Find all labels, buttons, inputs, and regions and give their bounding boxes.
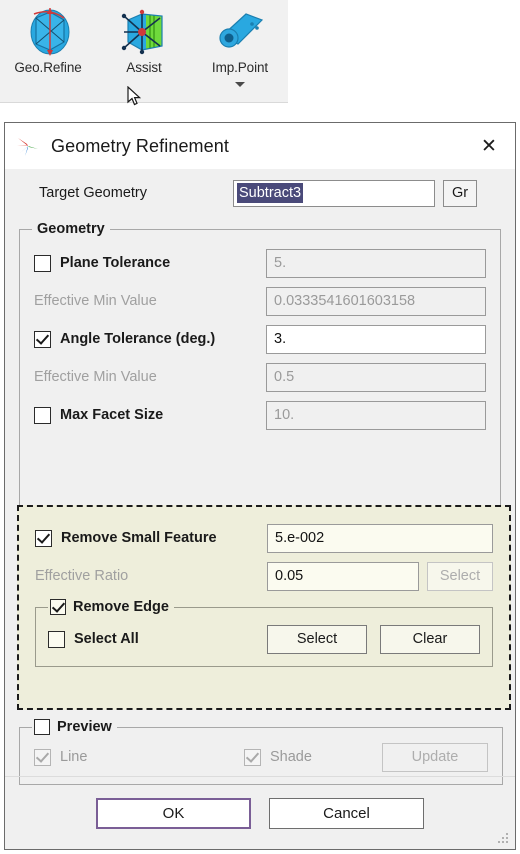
max-facet-size-input[interactable]: 10. bbox=[266, 400, 486, 430]
checkbox-checked-icon bbox=[50, 599, 66, 615]
plane-effective-min-label: Effective Min Value bbox=[34, 293, 157, 309]
checkbox-checked-icon bbox=[34, 748, 51, 766]
preview-shade-checkbox: Shade bbox=[244, 748, 312, 766]
ribbon-empty-area bbox=[288, 0, 520, 103]
remove-small-feature-checkbox[interactable]: Remove Small Feature bbox=[35, 529, 267, 547]
cancel-button[interactable]: Cancel bbox=[269, 797, 424, 829]
effective-ratio-select-button: Select bbox=[427, 561, 493, 591]
remove-small-feature-input[interactable]: 5.e-002 bbox=[267, 523, 493, 553]
remove-small-feature-row: Remove Small Feature 5.e-002 bbox=[35, 521, 493, 555]
dialog-title: Geometry Refinement bbox=[51, 135, 229, 156]
resize-grip-icon[interactable] bbox=[496, 831, 510, 845]
annotation-highlight-region: Remove Small Feature 5.e-002 Effective R… bbox=[17, 505, 511, 710]
imp-point-icon bbox=[212, 6, 268, 58]
angle-tolerance-label: Angle Tolerance (deg.) bbox=[60, 331, 216, 347]
plane-tolerance-checkbox[interactable]: Plane Tolerance bbox=[34, 254, 266, 272]
plane-tolerance-input[interactable]: 5. bbox=[266, 248, 486, 278]
ribbon-label-assist: Assist bbox=[126, 60, 162, 75]
remove-edge-label: Remove Edge bbox=[73, 599, 169, 615]
checkbox-icon bbox=[34, 719, 50, 735]
max-facet-size-label: Max Facet Size bbox=[60, 407, 164, 423]
checkbox-checked-icon bbox=[34, 330, 51, 348]
preview-label: Preview bbox=[57, 719, 112, 735]
angle-effective-min-value: 0.5 bbox=[266, 362, 486, 392]
checkbox-icon bbox=[48, 630, 65, 648]
remove-edge-group: Remove Edge Select All Select Clear bbox=[35, 599, 493, 667]
plane-tolerance-label: Plane Tolerance bbox=[60, 255, 171, 271]
remove-edge-group-header[interactable]: Remove Edge bbox=[48, 599, 174, 615]
plane-effective-min-row: Effective Min Value 0.0333541601603158 bbox=[34, 284, 486, 318]
target-geometry-label: Target Geometry bbox=[39, 185, 147, 201]
dialog-footer: OK Cancel bbox=[5, 776, 515, 849]
checkbox-icon bbox=[34, 254, 51, 272]
select-all-checkbox[interactable]: Select All bbox=[48, 630, 238, 648]
target-geometry-row: Target Geometry Subtract3 Gr bbox=[19, 169, 501, 217]
target-geometry-input[interactable]: Subtract3 bbox=[233, 179, 435, 207]
ribbon-button-geo-refine[interactable]: Geo.Refine bbox=[0, 0, 96, 75]
max-facet-size-row: Max Facet Size 10. bbox=[34, 398, 486, 432]
checkbox-checked-icon bbox=[35, 529, 52, 547]
remove-small-feature-label: Remove Small Feature bbox=[61, 530, 217, 546]
effective-ratio-value: 0.05 bbox=[267, 561, 419, 591]
remove-edge-clear-button[interactable]: Clear bbox=[380, 624, 480, 654]
plane-tolerance-row: Plane Tolerance 5. bbox=[34, 246, 486, 280]
ribbon-button-imp-point[interactable]: Imp.Point bbox=[192, 0, 288, 87]
preview-update-button: Update bbox=[382, 742, 488, 772]
preview-options-row: Line Shade Update bbox=[34, 742, 488, 772]
dialog-body: Target Geometry Subtract3 Gr Geometry Pl… bbox=[5, 169, 515, 785]
select-all-label: Select All bbox=[74, 631, 139, 647]
group-browse-button[interactable]: Gr bbox=[443, 179, 477, 207]
chevron-down-icon[interactable] bbox=[235, 82, 245, 87]
effective-ratio-label: Effective Ratio bbox=[35, 568, 129, 584]
ribbon-label-imp-point: Imp.Point bbox=[211, 60, 269, 75]
max-facet-size-checkbox[interactable]: Max Facet Size bbox=[34, 406, 266, 424]
preview-line-checkbox: Line bbox=[34, 748, 244, 766]
ok-button[interactable]: OK bbox=[96, 797, 251, 829]
mouse-cursor bbox=[127, 85, 142, 106]
ribbon-label-geo-refine: Geo.Refine bbox=[14, 60, 82, 75]
angle-tolerance-input[interactable]: 3. bbox=[266, 324, 486, 354]
preview-group-header[interactable]: Preview bbox=[32, 719, 117, 735]
preview-line-label: Line bbox=[60, 749, 88, 765]
remove-edge-select-button[interactable]: Select bbox=[267, 624, 367, 654]
assist-icon bbox=[116, 6, 172, 58]
toolbar-ribbon: Geo.Refine Assist Imp.Point bbox=[0, 0, 288, 103]
close-icon[interactable]: ✕ bbox=[463, 123, 515, 169]
ribbon-button-assist[interactable]: Assist bbox=[96, 0, 192, 75]
angle-tolerance-checkbox[interactable]: Angle Tolerance (deg.) bbox=[34, 330, 266, 348]
dialog-titlebar: Geometry Refinement ✕ bbox=[5, 123, 515, 169]
preview-shade-label: Shade bbox=[270, 749, 312, 765]
select-all-row: Select All Select Clear bbox=[48, 622, 480, 656]
geo-refine-icon bbox=[20, 6, 76, 58]
checkbox-checked-icon bbox=[244, 748, 261, 766]
angle-effective-min-label: Effective Min Value bbox=[34, 369, 157, 385]
effective-ratio-row: Effective Ratio 0.05 Select bbox=[35, 559, 493, 593]
plane-effective-min-value: 0.0333541601603158 bbox=[266, 286, 486, 316]
target-geometry-value: Subtract3 bbox=[237, 182, 304, 204]
geometry-refinement-dialog: Geometry Refinement ✕ Target Geometry Su… bbox=[4, 122, 516, 850]
angle-tolerance-row: Angle Tolerance (deg.) 3. bbox=[34, 322, 486, 356]
angle-effective-min-row: Effective Min Value 0.5 bbox=[34, 360, 486, 394]
colored-star-icon bbox=[15, 133, 41, 159]
checkbox-icon bbox=[34, 406, 51, 424]
geometry-group-title: Geometry bbox=[32, 221, 110, 237]
